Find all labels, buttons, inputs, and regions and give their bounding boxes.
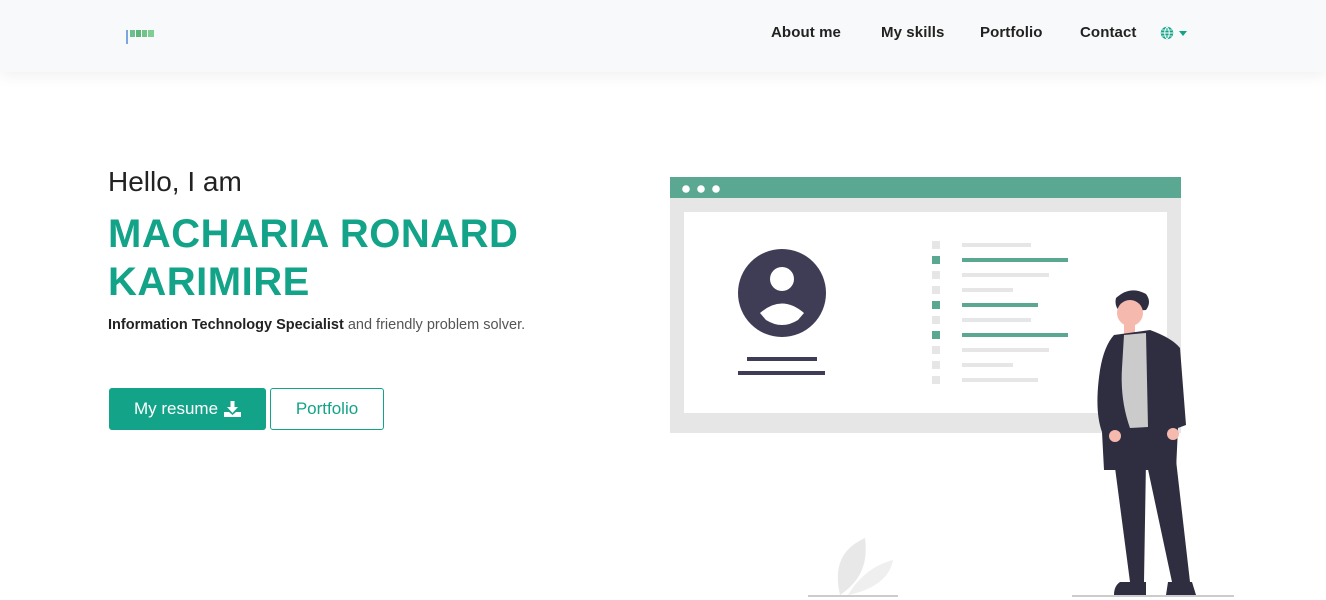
browser-titlebar [670, 177, 1181, 198]
caret-down-icon [1179, 31, 1187, 36]
hero-illustration [670, 177, 1234, 597]
portfolio-button[interactable]: Portfolio [270, 388, 384, 430]
nav-link-skills[interactable]: My skills [881, 24, 944, 41]
plant-leaf-icon [808, 538, 898, 597]
hero-name-line1: MACHARIA RONARD [108, 212, 519, 256]
hero-name: MACHARIA RONARD KARIMIRE [108, 210, 578, 306]
nav-link-portfolio[interactable]: Portfolio [980, 24, 1043, 41]
nav-link-about[interactable]: About me [771, 24, 841, 41]
profile-avatar-icon [738, 249, 826, 337]
resume-button[interactable]: My resume [109, 388, 266, 430]
language-dropdown[interactable] [1160, 25, 1190, 41]
tagline-rest: and friendly problem solver. [343, 317, 526, 333]
hero-tagline: Information Technology Specialist and fr… [108, 317, 525, 333]
download-icon [224, 401, 242, 417]
globe-icon [1160, 26, 1174, 40]
resume-button-label: My resume [133, 399, 219, 418]
hero-greeting: Hello, I am [108, 166, 242, 197]
navbar: About me My skills Portfolio Contact [0, 0, 1326, 72]
logo-icon[interactable] [126, 24, 156, 46]
tagline-strong: Information Technology Specialist [108, 317, 344, 333]
nav-link-contact[interactable]: Contact [1080, 24, 1137, 41]
hero-name-line2: KARIMIRE [108, 260, 310, 304]
